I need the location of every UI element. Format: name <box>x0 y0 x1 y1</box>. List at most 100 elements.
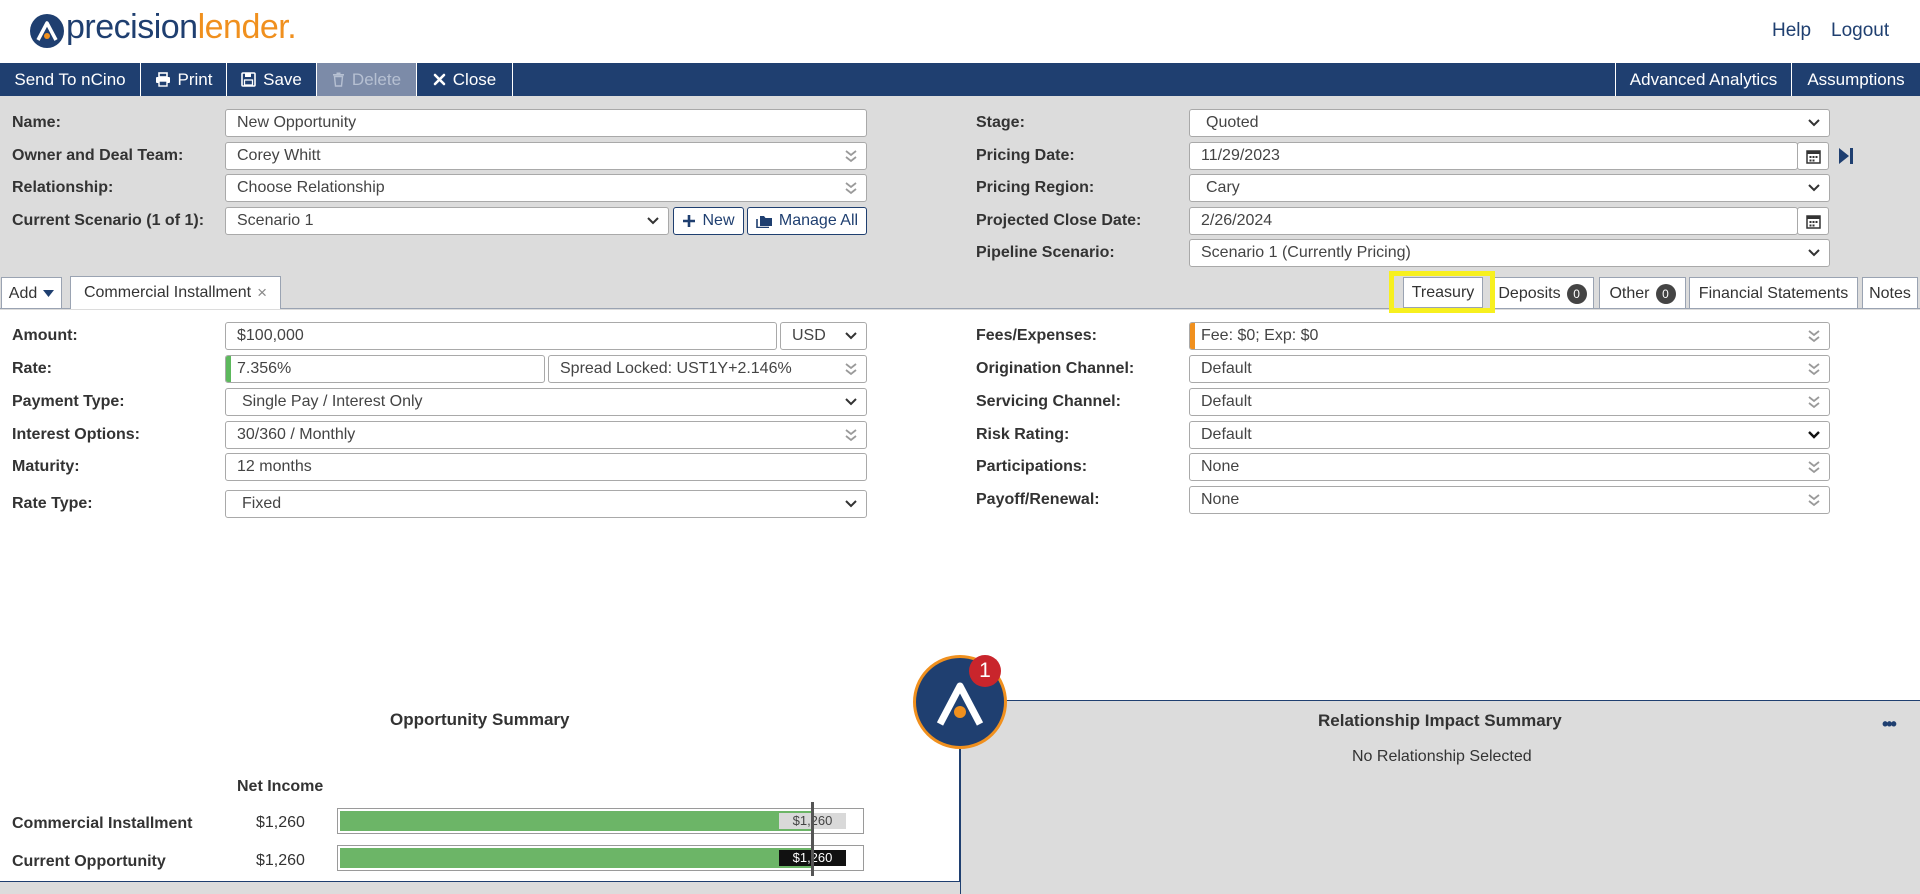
risk-rating-select[interactable]: Default <box>1189 421 1830 449</box>
fees-status-flag <box>1190 323 1195 349</box>
close-tab-icon[interactable]: × <box>257 278 267 308</box>
scenario-select[interactable]: Scenario 1 <box>225 207 669 235</box>
chevron-down-icon <box>1807 175 1821 201</box>
interest-options-select[interactable]: 30/360 / Monthly <box>225 421 867 449</box>
double-chevron-icon <box>1807 389 1821 415</box>
tab-other[interactable]: Other 0 <box>1599 277 1686 309</box>
calendar-icon <box>1806 150 1821 164</box>
chevron-down-icon <box>1807 240 1821 266</box>
pricing-region-select[interactable]: Cary <box>1189 174 1830 202</box>
assumptions-button[interactable]: Assumptions <box>1792 63 1920 96</box>
help-link[interactable]: Help <box>1772 20 1811 42</box>
double-chevron-icon <box>1807 454 1821 480</box>
bottom-strip <box>0 882 960 894</box>
currency-select[interactable]: USD <box>780 322 867 350</box>
close-date-calendar-button[interactable] <box>1797 207 1829 235</box>
stage-label: Stage: <box>976 114 1025 131</box>
calendar-icon <box>1806 215 1821 229</box>
interest-options-label: Interest Options: <box>12 426 141 443</box>
fees-select[interactable]: Fee: $0; Exp: $0 <box>1189 322 1830 350</box>
payoff-label: Payoff/Renewal: <box>976 491 1100 508</box>
deposits-count-badge: 0 <box>1566 283 1587 304</box>
other-count-badge: 0 <box>1655 283 1676 304</box>
save-icon <box>241 72 256 87</box>
step-forward-icon[interactable] <box>1838 147 1854 165</box>
participations-label: Participations: <box>976 458 1088 475</box>
name-label: Name: <box>12 114 61 131</box>
new-scenario-button[interactable]: New <box>673 207 744 235</box>
tab-notes[interactable]: Notes <box>1862 277 1918 309</box>
rate-input[interactable]: 7.356% <box>225 355 545 383</box>
amount-label: Amount: <box>12 327 78 344</box>
toolbar: Send To nCino Print Save Delete Close Ad… <box>0 63 1920 96</box>
add-product-dropdown[interactable]: Add <box>1 277 62 309</box>
summary-row-bar: $1,260 <box>337 845 864 871</box>
summary-row-bar-fill <box>340 811 811 831</box>
advanced-analytics-button[interactable]: Advanced Analytics <box>1615 63 1792 96</box>
double-chevron-icon <box>1807 323 1821 349</box>
tab-deposits[interactable]: Deposits 0 <box>1491 277 1594 309</box>
summary-row-value: $1,260 <box>256 852 305 869</box>
chevron-down-icon <box>646 208 660 234</box>
net-income-header: Net Income <box>237 778 324 795</box>
summary-row-label: Current Opportunity <box>12 853 166 870</box>
trash-icon <box>332 72 344 87</box>
stage-select[interactable]: Quoted <box>1189 109 1830 137</box>
print-button[interactable]: Print <box>141 63 227 96</box>
chevron-down-icon <box>844 389 858 415</box>
owner-select[interactable]: Corey Whitt <box>225 142 867 170</box>
notification-badge: 1 <box>969 655 1001 687</box>
tab-divider <box>0 308 1920 309</box>
pipeline-label: Pipeline Scenario: <box>976 244 1115 261</box>
double-chevron-icon <box>1807 487 1821 513</box>
rate-type-select[interactable]: Fixed <box>225 490 867 518</box>
name-input[interactable]: New Opportunity <box>225 109 867 137</box>
opportunity-summary-title: Opportunity Summary <box>390 710 570 729</box>
payment-type-select[interactable]: Single Pay / Interest Only <box>225 388 867 416</box>
close-date-input[interactable]: 2/26/2024 <box>1189 207 1798 235</box>
summary-row-bar-fill <box>340 848 811 868</box>
pipeline-select[interactable]: Scenario 1 (Currently Pricing) <box>1189 239 1830 267</box>
chevron-down-icon <box>844 323 858 349</box>
chevron-down-icon <box>1807 422 1821 448</box>
delete-button[interactable]: Delete <box>317 63 417 96</box>
pricing-date-input[interactable]: 11/29/2023 <box>1189 142 1798 170</box>
save-button[interactable]: Save <box>227 63 317 96</box>
payoff-select[interactable]: None <box>1189 486 1830 514</box>
plus-icon <box>683 215 696 227</box>
tab-commercial-installment[interactable]: Commercial Installment × <box>70 276 281 309</box>
relationship-summary-message: No Relationship Selected <box>1352 748 1532 765</box>
pricing-date-label: Pricing Date: <box>976 147 1075 164</box>
logo-icon <box>30 14 64 48</box>
manage-all-button[interactable]: Manage All <box>747 207 867 235</box>
servicing-select[interactable]: Default <box>1189 388 1830 416</box>
close-date-label: Projected Close Date: <box>976 212 1142 229</box>
logout-link[interactable]: Logout <box>1831 20 1889 42</box>
summary-row-value: $1,260 <box>256 814 305 831</box>
relationship-select[interactable]: Choose Relationship <box>225 174 867 202</box>
chevron-down-icon <box>1807 110 1821 136</box>
rate-type-label: Rate Type: <box>12 495 93 512</box>
close-button[interactable]: Close <box>417 63 513 96</box>
spread-select[interactable]: Spread Locked: UST1Y+2.146% <box>548 355 867 383</box>
pricing-date-calendar-button[interactable] <box>1797 142 1829 170</box>
folders-icon <box>756 215 772 228</box>
amount-input[interactable]: $100,000 <box>225 322 777 350</box>
more-options-icon[interactable]: ••• <box>1882 714 1897 735</box>
rate-status-flag <box>226 356 231 382</box>
double-chevron-icon <box>844 175 858 201</box>
double-chevron-icon <box>844 356 858 382</box>
rate-label: Rate: <box>12 360 53 377</box>
participations-select[interactable]: None <box>1189 453 1830 481</box>
double-chevron-icon <box>1807 356 1821 382</box>
target-marker <box>811 802 814 876</box>
origination-select[interactable]: Default <box>1189 355 1830 383</box>
tab-financial-statements[interactable]: Financial Statements <box>1689 277 1858 309</box>
pricing-region-label: Pricing Region: <box>976 179 1095 196</box>
maturity-input[interactable]: 12 months <box>225 453 867 481</box>
origination-label: Origination Channel: <box>976 360 1135 377</box>
send-to-ncino-button[interactable]: Send To nCino <box>0 63 141 96</box>
risk-rating-label: Risk Rating: <box>976 426 1070 443</box>
summary-row-label: Commercial Installment <box>12 815 193 832</box>
servicing-label: Servicing Channel: <box>976 393 1121 410</box>
